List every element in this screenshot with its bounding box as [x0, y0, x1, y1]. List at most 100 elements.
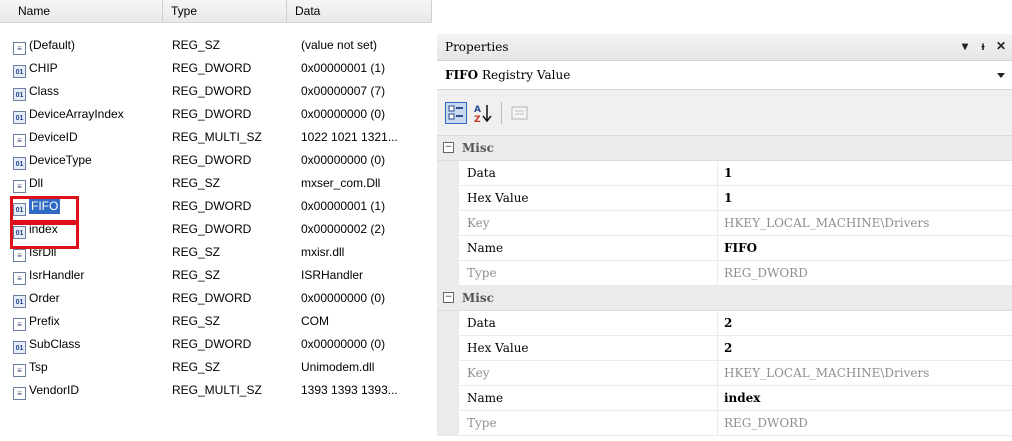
property-key: Data [467, 166, 496, 180]
registry-row[interactable]: IsrHandler REG_SZ ISRHandler [0, 264, 432, 287]
registry-type-cell: REG_DWORD [172, 153, 252, 167]
column-header-type[interactable]: Type [163, 0, 287, 22]
property-pages-icon[interactable] [509, 102, 531, 124]
object-selector-label: FIFO Registry Value [445, 61, 570, 89]
property-value[interactable]: index [724, 386, 1012, 410]
property-row[interactable]: Type REG_DWORD [437, 261, 1012, 286]
registry-row[interactable]: CHIP REG_DWORD 0x00000001 (1) [0, 57, 432, 80]
registry-value-name: SubClass [29, 337, 81, 351]
registry-name-cell: CHIP [13, 57, 58, 80]
sort-alphabetical-icon[interactable]: A Z [472, 102, 494, 124]
property-category[interactable]: − Misc [437, 136, 1012, 161]
registry-data-cell: 0x00000001 (1) [301, 199, 386, 213]
property-grid: − Misc Data 1 Hex Value 1 Key HKEY_LOCAL_MACHIN… [437, 136, 1012, 436]
property-value: REG_DWORD [724, 416, 808, 430]
registry-type-cell: REG_SZ [172, 176, 221, 190]
row-gutter [437, 311, 459, 335]
registry-name-cell: VendorID [13, 379, 79, 402]
registry-row[interactable]: SubClass REG_DWORD 0x00000000 (0) [0, 333, 432, 356]
string-value-icon [13, 180, 26, 193]
property-value[interactable]: 2 [724, 336, 1012, 360]
registry-row[interactable]: DeviceArrayIndex REG_DWORD 0x00000000 (0) [0, 103, 432, 126]
column-header-data[interactable]: Data [287, 0, 432, 22]
property-row[interactable]: Key HKEY_LOCAL_MACHINE\Drivers [437, 361, 1012, 386]
property-value[interactable]: FIFO [724, 236, 1012, 260]
object-name: FIFO [445, 68, 479, 82]
column-header: Name Type Data [0, 0, 432, 23]
collapse-icon[interactable]: − [443, 292, 454, 303]
registry-type-cell: REG_SZ [172, 245, 221, 259]
property-row[interactable]: Type REG_DWORD [437, 411, 1012, 436]
toolbar-divider [501, 102, 502, 124]
property-value[interactable]: 2 [724, 311, 1012, 335]
registry-value-name: DeviceID [29, 130, 78, 144]
column-separator [717, 336, 718, 360]
property-row[interactable]: Name index [437, 386, 1012, 411]
registry-row[interactable]: DeviceType REG_DWORD 0x00000000 (0) [0, 149, 432, 172]
selector-chevron-down-icon[interactable] [997, 73, 1005, 78]
registry-data-cell: 0x00000000 (0) [301, 153, 386, 167]
registry-row[interactable]: Tsp REG_SZ Unimodem.dll [0, 356, 432, 379]
registry-name-cell: IsrHandler [13, 264, 84, 287]
property-row[interactable]: Data 1 [437, 161, 1012, 186]
column-separator [717, 261, 718, 285]
property-key: Data [467, 316, 496, 330]
property-row[interactable]: Hex Value 2 [437, 336, 1012, 361]
registry-data-cell: 0x00000000 (0) [301, 291, 386, 305]
registry-data-cell: 1022 1021 1321... [301, 130, 398, 144]
property-row[interactable]: Name FIFO [437, 236, 1012, 261]
property-category[interactable]: − Misc [437, 286, 1012, 311]
dropdown-arrow-icon[interactable]: ▾ [958, 38, 972, 54]
category-label: Misc [462, 141, 494, 155]
highlight-box-index [10, 222, 79, 249]
column-separator [717, 361, 718, 385]
column-separator [717, 411, 718, 435]
row-gutter [437, 236, 459, 260]
registry-row[interactable]: DeviceID REG_MULTI_SZ 1022 1021 1321... [0, 126, 432, 149]
binary-value-icon [13, 157, 26, 170]
registry-value-name: Prefix [29, 314, 60, 328]
registry-type-cell: REG_DWORD [172, 337, 252, 351]
registry-row[interactable]: VendorID REG_MULTI_SZ 1393 1393 1393... [0, 379, 432, 402]
property-key: Hex Value [467, 341, 529, 355]
string-value-icon [13, 387, 26, 400]
registry-data-cell: (value not set) [301, 38, 378, 52]
registry-type-cell: REG_SZ [172, 38, 221, 52]
category-label: Misc [462, 291, 494, 305]
property-row[interactable]: Hex Value 1 [437, 186, 1012, 211]
registry-type-cell: REG_DWORD [172, 107, 252, 121]
property-row[interactable]: Data 2 [437, 311, 1012, 336]
row-gutter [437, 336, 459, 360]
string-value-icon [13, 364, 26, 377]
object-selector[interactable]: FIFO Registry Value [437, 61, 1012, 90]
row-gutter [437, 411, 459, 435]
registry-data-cell: 0x00000000 (0) [301, 107, 386, 121]
properties-title-bar: Properties ▾ ᵻ ✕ [437, 34, 1012, 61]
registry-type-cell: REG_SZ [172, 268, 221, 282]
registry-type-cell: REG_DWORD [172, 291, 252, 305]
close-icon[interactable]: ✕ [994, 38, 1008, 54]
binary-value-icon [13, 111, 26, 124]
registry-row[interactable]: Order REG_DWORD 0x00000000 (0) [0, 287, 432, 310]
registry-data-cell: COM [301, 314, 329, 328]
property-value[interactable]: 1 [724, 186, 1012, 210]
column-separator [717, 161, 718, 185]
registry-row[interactable]: Dll REG_SZ mxser_com.Dll [0, 172, 432, 195]
registry-value-name: CHIP [29, 61, 58, 75]
row-gutter [437, 186, 459, 210]
string-value-icon [13, 249, 26, 262]
registry-row[interactable]: Class REG_DWORD 0x00000007 (7) [0, 80, 432, 103]
registry-type-cell: REG_SZ [172, 360, 221, 374]
categorized-icon[interactable] [445, 102, 467, 124]
registry-row[interactable]: Prefix REG_SZ COM [0, 310, 432, 333]
column-header-name[interactable]: Name [10, 0, 163, 22]
collapse-icon[interactable]: − [443, 142, 454, 153]
registry-row[interactable]: (Default) REG_SZ (value not set) [0, 34, 432, 57]
binary-value-icon [13, 65, 26, 78]
pin-icon[interactable]: ᵻ [976, 38, 990, 54]
column-separator [717, 236, 718, 260]
property-row[interactable]: Key HKEY_LOCAL_MACHINE\Drivers [437, 211, 1012, 236]
property-value[interactable]: 1 [724, 161, 1012, 185]
highlight-box-fifo [10, 196, 79, 223]
registry-data-cell: 0x00000002 (2) [301, 222, 386, 236]
